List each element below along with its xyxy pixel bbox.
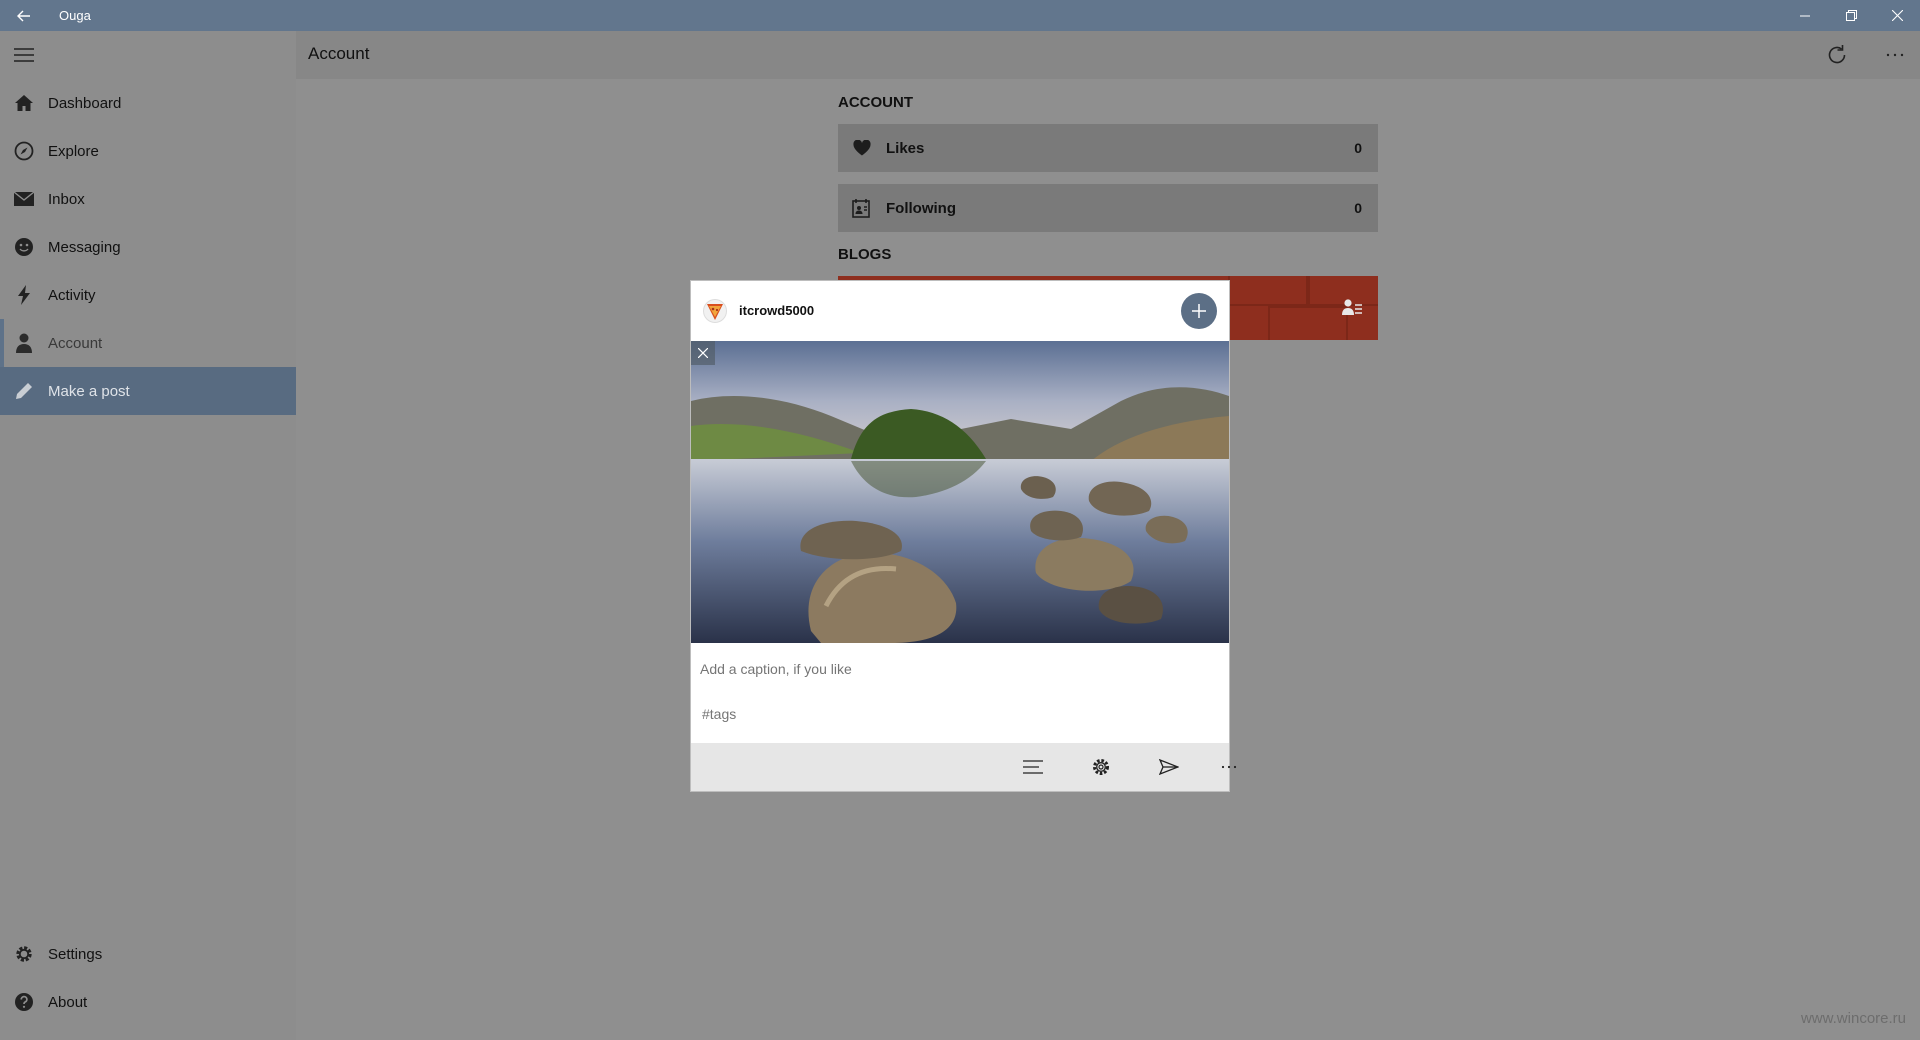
likes-row[interactable]: Likes 0 <box>838 124 1378 172</box>
sidebar-item-settings[interactable]: Settings <box>0 930 296 978</box>
watermark: www.wincore.ru <box>1800 1010 1906 1027</box>
mail-icon <box>0 175 48 223</box>
post-dialog: itcrowd5000 <box>690 280 1237 792</box>
more-options-button[interactable] <box>1871 31 1919 79</box>
more-icon <box>1886 53 1904 57</box>
text-format-button[interactable] <box>1009 743 1057 791</box>
following-count: 0 <box>1354 200 1362 216</box>
banner-brick <box>1228 276 1308 306</box>
close-icon <box>1891 10 1903 21</box>
banner-brick <box>1268 306 1348 340</box>
smiley-icon <box>0 223 48 271</box>
dialog-toolbar <box>691 743 1237 791</box>
following-row[interactable]: Following 0 <box>838 184 1378 232</box>
likes-label: Likes <box>886 139 925 157</box>
avatar <box>703 299 727 323</box>
hamburger-button[interactable] <box>0 31 48 79</box>
more-icon <box>1221 765 1237 769</box>
selection-indicator <box>0 319 4 367</box>
sidebar-item-dashboard[interactable]: Dashboard <box>0 79 296 127</box>
close-window-button[interactable] <box>1874 0 1920 31</box>
caption-input[interactable] <box>700 661 1220 677</box>
home-icon <box>0 79 48 127</box>
account-section-heading: ACCOUNT <box>838 94 913 111</box>
sidebar: Dashboard Explore Inbox Messaging Activi… <box>0 31 296 1040</box>
user-list-icon[interactable] <box>1342 298 1362 321</box>
back-button[interactable] <box>0 0 48 31</box>
page-header: Account <box>296 31 1920 79</box>
app-title: Ouga <box>59 8 91 23</box>
compass-icon <box>0 127 48 175</box>
help-icon <box>0 978 48 1026</box>
sidebar-item-inbox[interactable]: Inbox <box>0 175 296 223</box>
sidebar-item-about[interactable]: About <box>0 978 296 1026</box>
refresh-button[interactable] <box>1813 31 1861 79</box>
post-photo <box>691 341 1229 643</box>
person-icon <box>0 319 48 367</box>
post-settings-button[interactable] <box>1077 743 1125 791</box>
heart-icon <box>838 124 886 172</box>
contact-card-icon <box>838 184 886 232</box>
add-button[interactable] <box>1181 293 1217 329</box>
dialog-header: itcrowd5000 <box>691 281 1229 341</box>
sidebar-item-account[interactable]: Account <box>0 319 296 367</box>
gear-icon <box>0 930 48 978</box>
send-icon <box>1159 759 1179 775</box>
plus-icon <box>1192 304 1206 318</box>
minimize-icon <box>1800 15 1810 16</box>
sidebar-item-messaging[interactable]: Messaging <box>0 223 296 271</box>
align-left-icon <box>1023 760 1043 774</box>
sidebar-item-explore[interactable]: Explore <box>0 127 296 175</box>
restore-icon <box>1845 10 1857 21</box>
hamburger-icon <box>14 48 34 62</box>
blogs-section-heading: BLOGS <box>838 246 892 263</box>
send-post-button[interactable] <box>1145 743 1193 791</box>
pencil-icon <box>0 367 48 415</box>
page-title: Account <box>308 44 370 63</box>
sidebar-item-activity[interactable]: Activity <box>0 271 296 319</box>
minimize-button[interactable] <box>1782 0 1828 31</box>
title-bar: Ouga <box>0 0 1920 31</box>
username: itcrowd5000 <box>739 303 815 318</box>
lightning-icon <box>0 271 48 319</box>
post-more-button[interactable] <box>1205 743 1253 791</box>
likes-count: 0 <box>1354 140 1362 156</box>
remove-photo-button[interactable] <box>691 341 715 365</box>
refresh-icon <box>1828 45 1846 64</box>
tags-input[interactable] <box>702 706 1222 722</box>
gear-icon <box>1093 759 1109 775</box>
sidebar-item-make-a-post[interactable]: Make a post <box>0 367 296 415</box>
close-icon <box>698 348 708 358</box>
restore-button[interactable] <box>1828 0 1874 31</box>
arrow-left-icon <box>17 10 30 21</box>
following-label: Following <box>886 199 956 217</box>
